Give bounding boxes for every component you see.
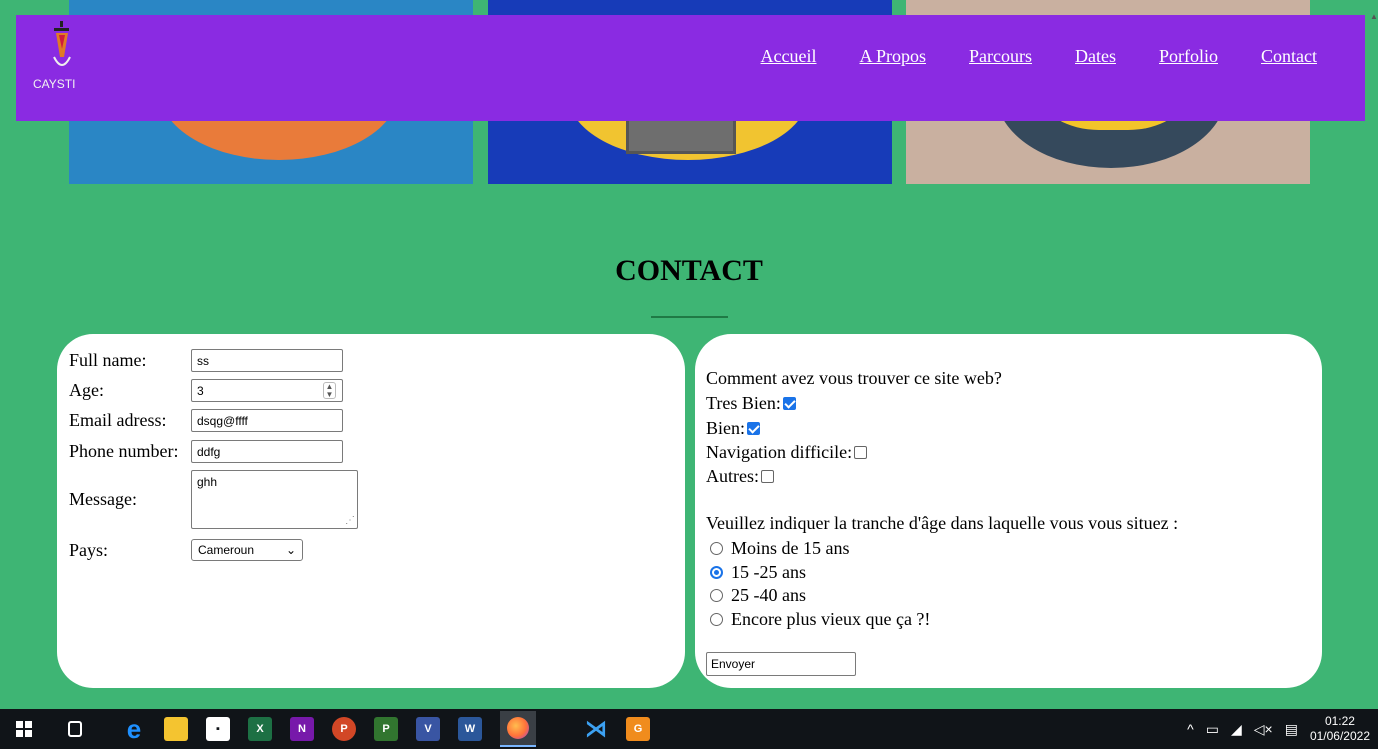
clock-time: 01:22: [1324, 714, 1355, 728]
scrollbar-up-arrow-icon[interactable]: ▲: [1370, 12, 1378, 21]
notification-icon[interactable]: ▤: [1285, 721, 1298, 738]
checkbox-label: Bien:: [706, 418, 745, 438]
clock-date: 01/06/2022: [1309, 729, 1370, 743]
nav-porfolio[interactable]: Porfolio: [1159, 46, 1218, 67]
nav-dates[interactable]: Dates: [1075, 46, 1116, 67]
radio-15-25[interactable]: [710, 566, 723, 579]
country-select[interactable]: Cameroun ⌄: [191, 539, 303, 561]
age-row: Age: 3 ▲ ▼: [69, 379, 343, 402]
checkbox-row: Tres Bien:: [706, 393, 796, 414]
site-header: CAYSTI Accueil A Propos Parcours Dates P…: [16, 15, 1365, 121]
message-row: Message: ghh ⋰: [69, 470, 358, 529]
age-input[interactable]: 3 ▲ ▼: [191, 379, 343, 402]
nav-accueil[interactable]: Accueil: [761, 46, 817, 67]
nav-parcours[interactable]: Parcours: [969, 46, 1032, 67]
edge-icon[interactable]: e: [122, 714, 146, 744]
vscode-icon[interactable]: ⋊: [584, 716, 608, 741]
word-icon[interactable]: W: [458, 717, 482, 741]
nav-contact[interactable]: Contact: [1261, 46, 1317, 67]
checkbox-bien[interactable]: [747, 422, 760, 435]
checkbox-label: Autres:: [706, 466, 759, 486]
visio-icon[interactable]: V: [416, 717, 440, 741]
main-nav: Accueil A Propos Parcours Dates Porfolio…: [761, 46, 1317, 67]
checkbox-label: Tres Bien:: [706, 393, 781, 413]
powerpoint-icon[interactable]: P: [332, 717, 356, 741]
message-label: Message:: [69, 489, 137, 509]
radio-row: 25 -40 ans: [706, 585, 806, 606]
age-range-question: Veuillez indiquer la tranche d'âge dans …: [706, 513, 1179, 533]
country-row: Pays: Cameroun ⌄: [69, 539, 303, 561]
radio-row: 15 -25 ans: [706, 562, 806, 583]
gimp-icon[interactable]: G: [626, 717, 650, 741]
phone-row: Phone number: ddfg: [69, 440, 343, 463]
checkbox-tres-bien[interactable]: [782, 397, 796, 410]
contact-title: CONTACT: [615, 254, 763, 287]
battery-icon[interactable]: ▭: [1206, 721, 1219, 738]
checkbox-autres[interactable]: [761, 470, 774, 483]
store-icon[interactable]: ▪: [206, 717, 230, 741]
project-icon[interactable]: P: [374, 717, 398, 741]
radio-plus-vieux[interactable]: [710, 613, 723, 626]
phone-input[interactable]: ddfg: [191, 440, 343, 463]
file-explorer-icon[interactable]: [164, 717, 188, 741]
system-tray: ^ ▭ ◢ ◁× ▤ 01:22 01/06/2022: [1187, 714, 1370, 744]
wifi-icon[interactable]: ◢: [1231, 721, 1242, 738]
country-value: Cameroun: [198, 543, 255, 557]
radio-25-40[interactable]: [710, 589, 723, 602]
nav-a-propos[interactable]: A Propos: [860, 46, 927, 67]
resize-grip-icon[interactable]: ⋰: [345, 515, 355, 526]
clock[interactable]: 01:22 01/06/2022: [1310, 714, 1370, 744]
chevron-up-icon[interactable]: ^: [1187, 721, 1194, 737]
title-divider: [651, 316, 728, 318]
full-name-row: Full name: ss: [69, 349, 343, 372]
checkbox-row: Bien:: [706, 418, 760, 439]
age-label: Age:: [69, 380, 104, 400]
checkbox-navigation-difficile[interactable]: [854, 446, 868, 459]
logo-text: CAYSTI: [33, 77, 76, 91]
speaker-muted-icon[interactable]: ◁×: [1254, 721, 1273, 738]
email-row: Email adress: dsqg@ffff: [69, 409, 343, 432]
windows-taskbar: e ▪ X N P P V W ⋊ G ^ ▭ ◢ ◁× ▤ 01:22 01/…: [0, 709, 1378, 749]
checkbox-row: Navigation difficile:: [706, 442, 868, 463]
age-spinner-icon[interactable]: ▲ ▼: [323, 382, 336, 399]
contact-form-card: Full name: ss Age: 3 ▲ ▼ Email adress: ds…: [57, 334, 685, 688]
task-view-icon[interactable]: [68, 721, 82, 737]
windows-start-icon[interactable]: [14, 717, 34, 741]
survey-card: Comment avez vous trouver ce site web? T…: [695, 334, 1322, 688]
checkbox-row: Autres:: [706, 466, 774, 487]
message-value: ghh: [197, 475, 218, 489]
email-input[interactable]: dsqg@ffff: [191, 409, 343, 432]
checkbox-label: Navigation difficile:: [706, 442, 853, 462]
message-textarea[interactable]: ghh ⋰: [191, 470, 358, 529]
radio-moins-15[interactable]: [710, 542, 723, 555]
survey-question: Comment avez vous trouver ce site web?: [706, 368, 1002, 388]
email-label: Email adress:: [69, 410, 167, 430]
phone-label: Phone number:: [69, 441, 179, 461]
country-label: Pays:: [69, 539, 109, 560]
age-value: 3: [197, 384, 204, 398]
radio-label: 15 -25 ans: [731, 562, 806, 582]
onenote-icon[interactable]: N: [290, 717, 314, 741]
chevron-down-icon: ⌄: [285, 543, 296, 557]
firefox-icon[interactable]: [500, 711, 536, 747]
radio-row: Moins de 15 ans: [706, 538, 850, 559]
radio-row: Encore plus vieux que ça ?!: [706, 609, 930, 630]
full-name-label: Full name:: [69, 350, 147, 370]
excel-icon[interactable]: X: [248, 717, 272, 741]
radio-label: Moins de 15 ans: [731, 538, 850, 558]
envoyer-button[interactable]: Envoyer: [706, 652, 856, 676]
radio-label: 25 -40 ans: [731, 585, 806, 605]
full-name-input[interactable]: ss: [191, 349, 343, 372]
radio-label: Encore plus vieux que ça ?!: [731, 609, 931, 629]
